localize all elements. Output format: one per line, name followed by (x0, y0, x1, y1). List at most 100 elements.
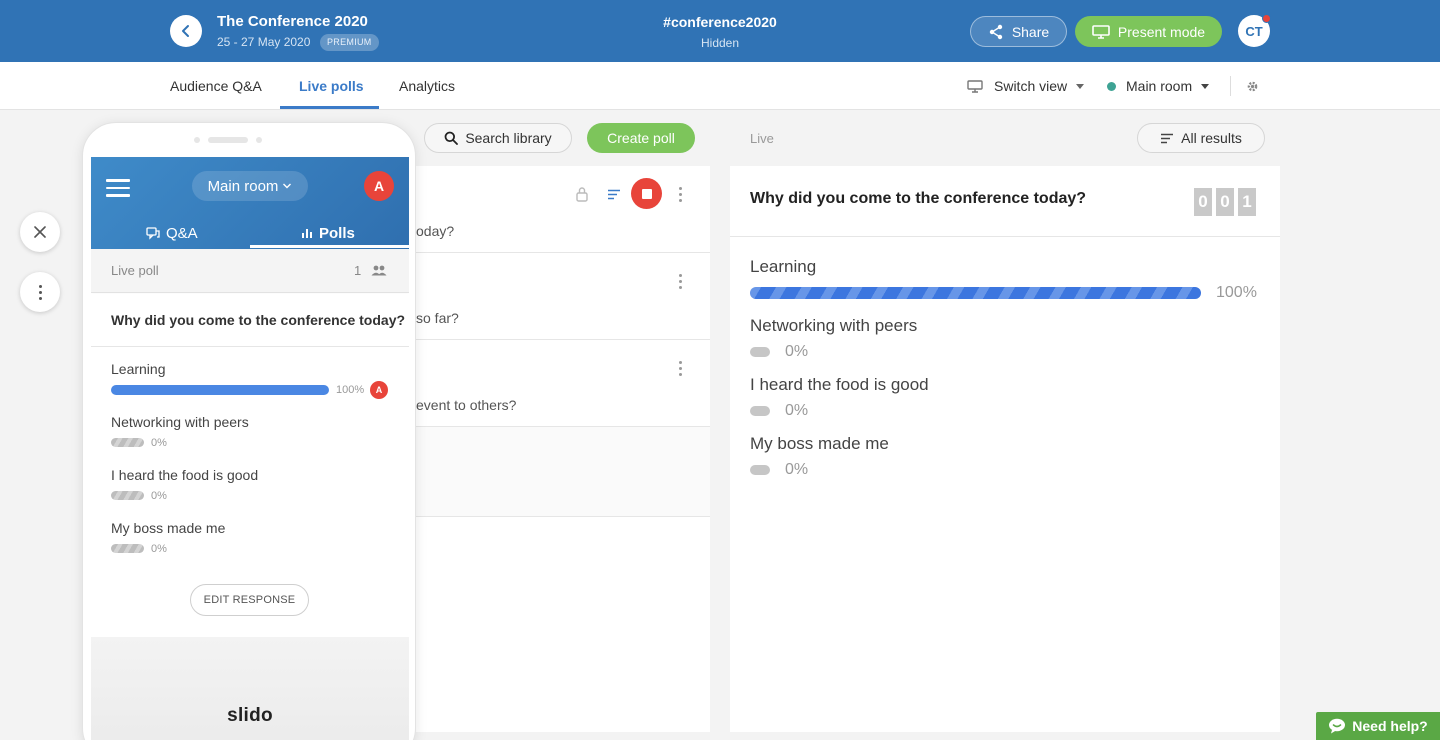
poll-question-text: so far? (416, 310, 459, 326)
phone-option-bar-empty (111, 438, 144, 447)
phone-live-poll-bar: Live poll 1 (91, 249, 409, 293)
phone-tab-polls-label: Polls (319, 224, 355, 242)
chat-icon (146, 226, 160, 240)
all-results-button[interactable]: All results (1137, 123, 1265, 153)
preview-options-button[interactable] (20, 272, 60, 312)
stop-poll-button[interactable] (631, 178, 662, 209)
back-button[interactable] (170, 15, 202, 47)
phone-option-percent: 0% (151, 543, 167, 555)
phone-tab-qa[interactable]: Q&A (146, 219, 198, 247)
counter-digit: 0 (1216, 188, 1234, 216)
phone-option-percent: 0% (151, 437, 167, 449)
settings-button[interactable] (1246, 62, 1259, 110)
room-dropdown[interactable]: Main room (1107, 62, 1210, 110)
phone-user-avatar[interactable]: A (364, 171, 394, 201)
phone-tab-qa-label: Q&A (166, 224, 198, 242)
more-options-icon[interactable] (679, 361, 682, 376)
close-icon (34, 226, 46, 238)
poll-list-item[interactable]: so far? (416, 253, 710, 340)
phone-footer: slido (91, 637, 409, 740)
chevron-down-icon (283, 183, 292, 189)
present-mode-button[interactable]: Present mode (1075, 16, 1222, 47)
divider (730, 236, 1280, 237)
participant-count: 1 (354, 263, 362, 278)
event-hashtag: #conference2020 (663, 14, 777, 30)
list-icon (1161, 133, 1174, 143)
option-label: I heard the food is good (750, 375, 929, 394)
phone-notch (194, 137, 262, 143)
event-title: The Conference 2020 (217, 13, 368, 30)
need-help-label: Need help? (1352, 718, 1428, 734)
counter-digit: 1 (1238, 188, 1256, 216)
option-percent: 0% (785, 461, 809, 478)
poll-question-text: oday? (416, 223, 455, 239)
more-options-icon (38, 284, 42, 300)
live-poll-label: Live poll (111, 263, 159, 278)
chat-bubble-icon (1329, 718, 1346, 734)
search-library-button[interactable]: Search library (424, 123, 572, 153)
phone-option-label: Learning (111, 361, 166, 377)
search-library-label: Search library (465, 130, 552, 146)
plan-badge: PREMIUM (320, 34, 379, 51)
poll-list: oday? so far? event to others? (416, 166, 710, 732)
chevron-down-icon (1076, 83, 1085, 89)
room-status-dot (1107, 81, 1116, 91)
phone-tab-polls[interactable]: Polls (301, 219, 355, 247)
edit-response-button[interactable]: EDIT RESPONSE (190, 584, 309, 616)
phone-option-bar (111, 385, 329, 395)
counter-digit: 0 (1194, 188, 1212, 216)
search-icon (444, 131, 459, 145)
notification-dot (1262, 14, 1271, 23)
bar-chart-icon (302, 229, 312, 238)
poll-question-text: event to others? (416, 397, 517, 413)
option-label: My boss made me (750, 434, 889, 453)
phone-poll-question: Why did you come to the conference today… (111, 312, 406, 328)
need-help-button[interactable]: Need help? (1316, 712, 1440, 740)
poll-list-item[interactable]: event to others? (416, 340, 710, 427)
share-label: Share (1011, 23, 1050, 40)
switch-view-dropdown[interactable]: Switch view (967, 62, 1085, 110)
phone-room-label: Main room (207, 177, 279, 195)
results-question: Why did you come to the conference today… (750, 190, 1087, 207)
tab-audience-qa[interactable]: Audience Q&A (170, 62, 262, 110)
option-bar-fill (750, 287, 1201, 299)
phone-option-label: Networking with peers (111, 414, 249, 430)
phone-active-tab-indicator (250, 245, 409, 248)
phone-option-bar-empty (111, 491, 144, 500)
app-header: The Conference 2020 25 - 27 May 2020 PRE… (0, 0, 1440, 62)
lock-icon[interactable] (575, 186, 589, 202)
active-tab-indicator (280, 106, 379, 109)
results-icon[interactable] (607, 189, 621, 200)
monitor-icon (967, 79, 983, 93)
phone-room-selector[interactable]: Main room (192, 171, 308, 201)
phone-header: Main room A Q&A Polls (91, 157, 409, 249)
event-visibility: Hidden (700, 36, 740, 50)
live-section-label: Live (750, 131, 774, 146)
close-preview-button[interactable] (20, 212, 60, 252)
phone-poll-card: Why did you come to the conference today… (91, 294, 409, 637)
participants-icon (371, 265, 387, 276)
option-label: Learning (750, 257, 817, 276)
tab-analytics[interactable]: Analytics (399, 62, 455, 110)
more-options-icon[interactable] (679, 187, 682, 202)
hamburger-menu-icon[interactable] (106, 179, 130, 197)
share-button[interactable]: Share (970, 16, 1067, 47)
tab-live-polls[interactable]: Live polls (299, 62, 364, 110)
main-nav: Audience Q&A Live polls Analytics Switch… (0, 62, 1440, 110)
option-label: Networking with peers (750, 316, 918, 335)
vote-counter: 0 0 1 (1194, 188, 1256, 216)
more-options-icon[interactable] (679, 274, 682, 289)
gear-icon (1247, 81, 1258, 91)
create-poll-button[interactable]: Create poll (587, 123, 695, 153)
phone-screen: Main room A Q&A Polls Live poll 1 Why di… (91, 157, 409, 740)
poll-list-item[interactable]: oday? (416, 166, 710, 253)
option-bar-empty (750, 347, 770, 357)
event-dates: 25 - 27 May 2020 (217, 35, 311, 49)
option-bar-empty (750, 406, 770, 416)
option-bar-empty (750, 465, 770, 475)
nav-divider (1230, 76, 1231, 96)
monitor-icon (1092, 24, 1110, 39)
slido-logo: slido (227, 705, 273, 726)
option-bar-track (750, 287, 1201, 299)
phone-option-bar-empty (111, 544, 144, 553)
